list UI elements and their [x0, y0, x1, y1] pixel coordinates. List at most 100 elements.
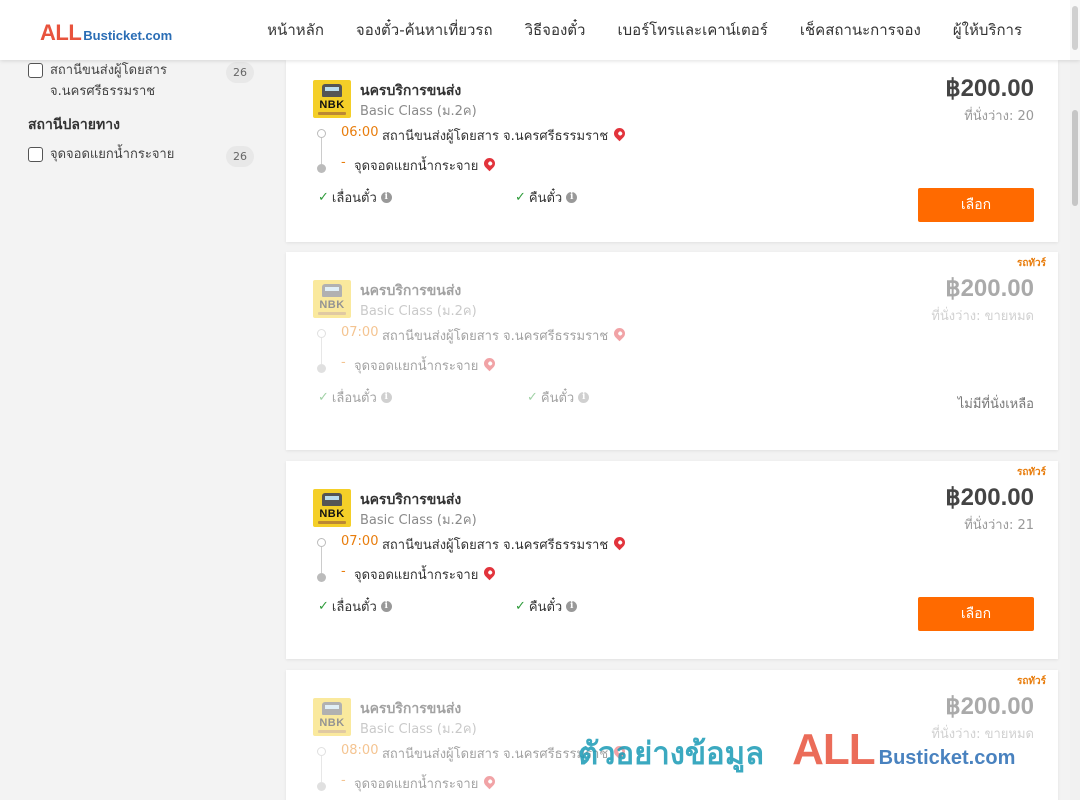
- seats-available: ที่นั่งว่าง: 20: [964, 109, 1034, 124]
- departure-time: 06:00: [341, 125, 379, 140]
- info-icon[interactable]: i: [380, 392, 392, 403]
- header-scroll-thumb: [1072, 6, 1078, 50]
- departure-stop: สถานีขนส่งผู้โดยสาร จ.นครศรีธรรมราช: [382, 534, 628, 555]
- bus-class: Basic Class (ม.2ค): [360, 104, 477, 119]
- bus-icon: [322, 284, 342, 297]
- feature-change-ticket: ✓ เลื่อนตั๋ว i: [318, 596, 392, 617]
- nav-home[interactable]: หน้าหลัก: [267, 18, 324, 42]
- logo-all-text: ALL: [40, 20, 82, 45]
- timeline-line: [321, 756, 322, 782]
- map-pin-icon[interactable]: [611, 534, 628, 551]
- feature-refund-ticket: ✓ คืนตั๋ว i: [515, 596, 578, 617]
- operator-name: นครบริการขนส่ง: [360, 283, 462, 299]
- departure-stop: สถานีขนส่งผู้โดยสาร จ.นครศรีธรรมราช: [382, 325, 628, 346]
- arrival-dash: -: [341, 564, 346, 579]
- operator-logo: NBK: [313, 80, 351, 118]
- nav-check-booking[interactable]: เช็คสถานะการจอง: [800, 18, 921, 42]
- bus-class: Basic Class (ม.2ค): [360, 304, 477, 319]
- map-pin-icon[interactable]: [482, 564, 498, 581]
- check-icon: ✓: [318, 190, 329, 205]
- trip-price: ฿200.00: [945, 693, 1034, 720]
- tour-bus-tag: รถทัวร์: [1016, 676, 1046, 687]
- feature-refund-ticket: ✓ คืนตั๋ว i: [515, 187, 578, 208]
- filter-count-badge: 26: [226, 62, 254, 83]
- nav-book-search[interactable]: จองตั๋ว-ค้นหาเที่ยวรถ: [356, 18, 493, 42]
- site-header: ALL Busticket.com หน้าหลัก จองตั๋ว-ค้นหา…: [0, 0, 1080, 60]
- no-seats-label: ไม่มีที่นั่งเหลือ: [957, 397, 1034, 412]
- filter-origin-station[interactable]: สถานีขนส่งผู้โดยสาร จ.นครศรีธรรมราช 26: [28, 60, 258, 102]
- departure-time: 07:00: [341, 534, 379, 549]
- bus-icon: [322, 84, 342, 97]
- timeline-line: [321, 138, 322, 164]
- bus-icon: [322, 702, 342, 715]
- map-pin-icon[interactable]: [611, 743, 628, 760]
- map-pin-icon[interactable]: [611, 125, 628, 142]
- nav-contact-counter[interactable]: เบอร์โทรและเคาน์เตอร์: [617, 18, 767, 42]
- filter-destination-stop[interactable]: จุดจอดแยกน้ำกระจาย 26: [28, 144, 258, 167]
- map-pin-icon[interactable]: [482, 355, 498, 372]
- departure-stop-name: สถานีขนส่งผู้โดยสาร จ.นครศรีธรรมราช: [382, 129, 609, 144]
- operator-logo-text: NBK: [319, 508, 345, 520]
- filter-label: จุดจอดแยกน้ำกระจาย: [50, 147, 175, 162]
- seats-available: ที่นั่งว่าง: ขายหมด: [931, 727, 1034, 742]
- timeline-line: [321, 547, 322, 573]
- header-scrollbar: [1070, 0, 1080, 60]
- timeline-start-dot: [317, 538, 326, 547]
- trip-card: NBK นครบริการขนส่ง Basic Class (ม.2ค) ฿2…: [286, 60, 1058, 242]
- trip-card: รถทัวร์ NBK นครบริการขนส่ง Basic Class (…: [286, 461, 1058, 659]
- feature-label: เลื่อนตั๋ว: [331, 600, 377, 615]
- map-pin-icon[interactable]: [482, 773, 498, 790]
- page-scroll-thumb[interactable]: [1072, 110, 1078, 206]
- departure-time: 07:00: [341, 325, 379, 340]
- logo-stripe: [318, 112, 346, 115]
- logo-stripe: [318, 730, 346, 733]
- operator-name: นครบริการขนส่ง: [360, 83, 462, 99]
- departure-stop: สถานีขนส่งผู้โดยสาร จ.นครศรีธรรมราช: [382, 743, 628, 764]
- nav-how-to-book[interactable]: วิธีจองตั๋ว: [525, 18, 586, 42]
- seats-available: ที่นั่งว่าง: 21: [964, 518, 1034, 533]
- logo-rest-text: Busticket.com: [83, 28, 173, 43]
- select-trip-button[interactable]: เลือก: [918, 597, 1034, 631]
- tour-bus-tag: รถทัวร์: [1016, 258, 1046, 269]
- tour-bus-tag: รถทัวร์: [1016, 467, 1046, 478]
- trip-card: รถทัวร์ NBK นครบริการขนส่ง Basic Class (…: [286, 670, 1058, 800]
- trip-price: ฿200.00: [945, 484, 1034, 511]
- info-icon[interactable]: i: [566, 192, 578, 203]
- timeline-end-dot: [317, 164, 326, 173]
- feature-label: คืนตั๋ว: [528, 191, 563, 206]
- operator-logo-text: NBK: [319, 299, 345, 311]
- timeline-end-dot: [317, 573, 326, 582]
- operator-logo-text: NBK: [319, 99, 345, 111]
- map-pin-icon[interactable]: [611, 325, 628, 342]
- filter-sidebar: สถานีขนส่งผู้โดยสาร จ.นครศรีธรรมราช 26 ส…: [28, 60, 258, 171]
- arrival-stop: จุดจอดแยกน้ำกระจาย: [354, 773, 498, 794]
- check-icon: ✓: [515, 599, 526, 614]
- info-icon[interactable]: i: [578, 392, 590, 403]
- bus-icon: [322, 493, 342, 506]
- departure-stop-name: สถานีขนส่งผู้โดยสาร จ.นครศรีธรรมราช: [382, 329, 609, 344]
- nav-operators[interactable]: ผู้ให้บริการ: [953, 18, 1022, 42]
- info-icon[interactable]: i: [566, 601, 578, 612]
- map-pin-icon[interactable]: [482, 155, 498, 172]
- bus-class: Basic Class (ม.2ค): [360, 513, 477, 528]
- operator-logo: NBK: [313, 489, 351, 527]
- operator-name: นครบริการขนส่ง: [360, 701, 462, 717]
- trip-price: ฿200.00: [945, 75, 1034, 102]
- timeline-start-dot: [317, 747, 326, 756]
- checkbox[interactable]: [28, 147, 43, 162]
- page-scrollbar[interactable]: [1070, 60, 1080, 800]
- feature-label: คืนตั๋ว: [528, 600, 563, 615]
- logo-stripe: [318, 312, 346, 315]
- arrival-dash: -: [341, 355, 346, 370]
- arrival-dash: -: [341, 773, 346, 788]
- info-icon[interactable]: i: [380, 601, 392, 612]
- seats-available: ที่นั่งว่าง: ขายหมด: [931, 309, 1034, 324]
- select-trip-button[interactable]: เลือก: [918, 188, 1034, 222]
- timeline-start-dot: [317, 329, 326, 338]
- arrival-stop-name: จุดจอดแยกน้ำกระจาย: [354, 568, 479, 583]
- checkbox[interactable]: [28, 63, 43, 78]
- arrival-dash: -: [341, 155, 346, 170]
- site-logo[interactable]: ALL Busticket.com: [40, 20, 172, 46]
- check-icon: ✓: [515, 190, 526, 205]
- info-icon[interactable]: i: [380, 192, 392, 203]
